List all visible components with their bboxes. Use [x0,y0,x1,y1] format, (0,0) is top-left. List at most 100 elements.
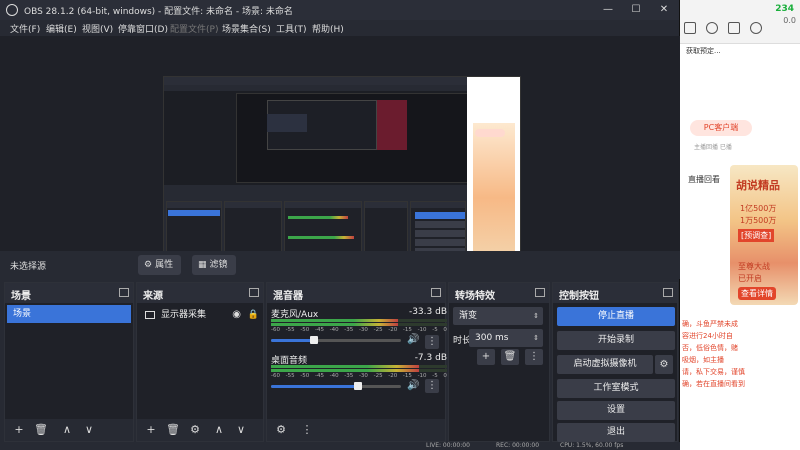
volume-meter [271,365,447,368]
minimize-button[interactable]: — [600,2,616,18]
controls-dock: 控制按钮 停止直播 开始录制 启动虚拟摄像机 ⚙ 工作室模式 设置 退出 [552,282,678,442]
source-item[interactable]: 显示器采集 ◉ 🔒 [141,307,263,323]
rec-status: REC: 00:00:00 [496,442,540,449]
move-scene-down-button[interactable]: ∨ [81,423,97,437]
menu-docks[interactable]: 停靠窗口(D) [118,22,168,35]
channel-menu-button[interactable]: ⋮ [425,335,439,349]
properties-label: 属性 [155,260,174,270]
chat-line: 确，若在直播间看到 [682,380,745,388]
controls-dock-title: 控制按钮 [559,291,599,302]
profile-icon[interactable] [750,22,762,34]
obs-window: OBS 28.1.2 (64-bit, windows) - 配置文件: 未命名… [0,0,680,450]
advanced-audio-button[interactable]: ⚙ [273,423,289,437]
pc-client-promo[interactable]: PC客户端 [690,120,752,136]
sources-dock-footer: + 🗑 ⚙ ∧ ∨ [137,419,263,441]
mixer-channel-desktop: 桌面音频 -7.3 dB -60 -55 -50 -45 -40 -35 -30 -25 -20… [271,353,447,399]
game-badge: [预调查] [738,229,775,242]
scenes-dock-header: 场景 [5,283,133,303]
remove-transition-button[interactable]: 🗑 [501,349,519,365]
game-cta-button[interactable]: 查看详情 [738,287,776,300]
move-source-down-button[interactable]: ∨ [233,423,249,437]
menu-help[interactable]: 帮助(H) [312,22,344,35]
volume-slider[interactable] [271,385,401,388]
chat-line: 否，低俗色情，赌 [682,344,738,352]
transition-menu-button[interactable]: ⋮ [525,349,543,365]
controls-dock-header: 控制按钮 [553,283,677,303]
eye-icon[interactable]: ◉ [232,307,241,323]
collections-icon[interactable] [728,22,740,34]
transition-value: 渐变 [459,311,478,321]
preview-area[interactable] [0,36,680,278]
live-replay-label[interactable]: 直播回看 [688,174,720,185]
add-source-button[interactable]: + [143,423,159,437]
add-transition-button[interactable]: + [477,349,495,365]
menu-file[interactable]: 文件(F) [10,22,40,35]
nested-browser [467,77,520,277]
settings-button[interactable]: 设置 [557,401,675,420]
undock-icon[interactable] [119,288,129,297]
chat-notice: 确，斗鱼严禁未成 容进行24小时自 否，低俗色情，赌 吸烟，如主播 请，私下交易… [680,318,800,418]
volume-slider-handle[interactable] [354,382,363,390]
undock-icon[interactable] [249,288,259,297]
gear-icon: ⚙ [144,260,153,270]
chat-line: 请，私下交易，谨慎 [682,368,745,376]
meter-ticks: -60 -55 -50 -45 -40 -35 -30 -25 -20 -15 -10 -5 0 [271,327,447,333]
mixer-menu-button[interactable]: ⋮ [299,423,315,437]
mixer-dock-footer: ⚙ ⋮ [267,419,445,441]
favorite-icon[interactable] [706,22,718,34]
speaker-icon[interactable]: 🔊 [407,380,419,391]
studio-mode-button[interactable]: 工作室模式 [557,379,675,398]
nested-preview-canvas [236,93,468,183]
properties-button[interactable]: ⚙ 属性 [138,255,182,275]
move-source-up-button[interactable]: ∧ [211,423,227,437]
mixer-dock-title: 混音器 [273,291,303,302]
browser-counter: 234 [775,4,794,14]
title-bar[interactable]: OBS 28.1.2 (64-bit, windows) - 配置文件: 未命名… [0,0,679,20]
menu-profile[interactable]: 配置文件(P) [170,22,218,35]
nested-promo-pill [475,129,505,137]
sources-dock: 来源 显示器采集 ◉ 🔒 + 🗑 ⚙ ∧ ∨ [136,282,264,442]
transition-select[interactable]: 渐变 ⇕ [453,307,543,325]
game-advert[interactable]: 胡说精品 1亿500万 1万500万 [预调查] 至尊大战 已开启 查看详情 [730,165,798,305]
scenes-dock-footer: + 🗑 ∧ ∨ [5,419,133,441]
menu-view[interactable]: 视图(V) [82,22,113,35]
menu-tools[interactable]: 工具(T) [276,22,307,35]
speaker-icon[interactable]: 🔊 [407,334,419,345]
virtual-camera-settings-icon[interactable]: ⚙ [655,355,673,374]
remove-source-button[interactable]: 🗑 [165,423,181,437]
lock-icon[interactable]: 🔒 [248,307,259,323]
volume-slider-handle[interactable] [309,336,318,344]
nested-inner-panel [267,114,307,132]
mixer-channel-mic: 麦克风/Aux -33.3 dB -60 -55 -50 -45 -40 -35 -30 -2… [271,307,447,353]
maximize-button[interactable]: ☐ [628,2,644,18]
source-toolbar: 未选择源 ⚙ 属性 ▦ 滤镜 [0,251,680,279]
source-properties-button[interactable]: ⚙ [187,423,203,437]
menu-scene-collection[interactable]: 场景集合(S) [222,22,271,35]
stop-streaming-button[interactable]: 停止直播 [557,307,675,326]
source-name: 显示器采集 [161,310,207,320]
start-virtual-camera-button[interactable]: 启动虚拟摄像机 [557,355,653,374]
move-scene-up-button[interactable]: ∧ [59,423,75,437]
transitions-dock-header: 转场特效 [449,283,549,303]
chat-line: 确，斗鱼严禁未成 [682,320,738,328]
undock-icon[interactable] [535,288,545,297]
updown-icon: ⇕ [533,334,539,342]
duration-spinbox[interactable]: 300 ms ⇕ [469,329,543,347]
menu-edit[interactable]: 编辑(E) [46,22,77,35]
program-preview[interactable] [163,76,521,278]
filters-button[interactable]: ▦ 滤镜 [192,255,236,275]
exit-button[interactable]: 退出 [557,423,675,442]
undock-icon[interactable] [431,288,441,297]
volume-slider[interactable] [271,339,401,342]
start-recording-button[interactable]: 开始录制 [557,331,675,350]
undock-icon[interactable] [663,288,673,297]
transitions-dock: 转场特效 渐变 ⇕ 时长 300 ms ⇕ + 🗑 ⋮ [448,282,550,442]
scene-item[interactable]: 场景 [7,305,131,323]
tab-icon[interactable] [684,22,696,34]
channel-menu-button[interactable]: ⋮ [425,379,439,393]
obs-logo-icon [6,4,18,16]
add-scene-button[interactable]: + [11,423,27,437]
channel-db: -7.3 dB [414,353,447,363]
remove-scene-button[interactable]: 🗑 [33,423,49,437]
close-button[interactable]: ✕ [656,2,672,18]
